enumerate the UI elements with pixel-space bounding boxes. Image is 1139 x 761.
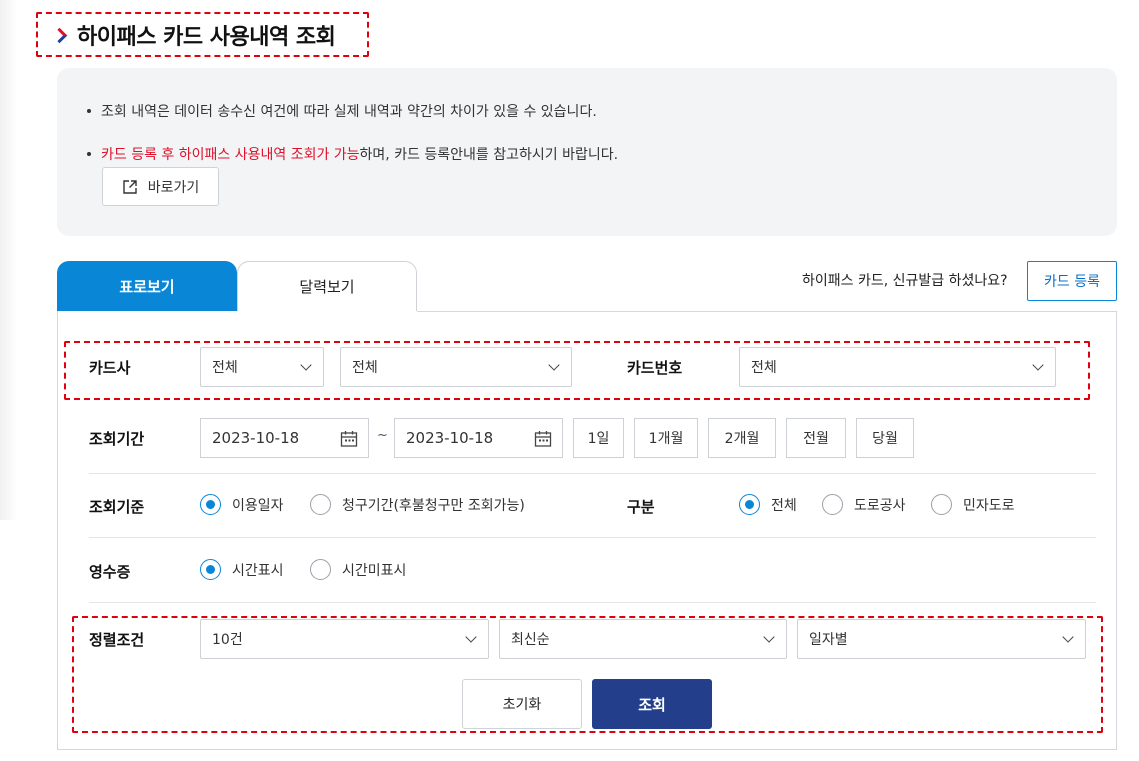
notice-item-2: 카드 등록 후 하이패스 사용내역 조회가 가능 하며, 카드 등록안내를 참고… [87, 144, 618, 164]
row-divider [89, 473, 1096, 474]
sort-count-select[interactable]: 10건 [200, 619, 489, 659]
period-1month-button[interactable]: 1개월 [634, 418, 698, 458]
sort-order-select[interactable]: 최신순 [499, 619, 787, 659]
basis-billing-period-radio[interactable]: 청구기간(후불청구만 조회가능) [310, 494, 525, 515]
notice-item-1: 조회 내역은 데이터 송수신 여건에 따라 실제 내역과 약간의 차이가 있을 … [87, 101, 597, 121]
notice-text-2: 하며, 카드 등록안내를 참고하시기 바랍니다. [359, 147, 619, 163]
calendar-icon[interactable] [534, 430, 552, 448]
end-date-value: 2023-10-18 [406, 429, 494, 447]
radio-unchecked-icon [822, 494, 843, 515]
basis-label: 조회기준 [89, 498, 145, 516]
basis-usage-date-radio[interactable]: 이용일자 [200, 494, 284, 515]
chevron-right-icon [51, 27, 68, 43]
start-date-value: 2023-10-18 [212, 429, 300, 447]
radio-label: 도로공사 [854, 497, 906, 514]
period-this-month-button[interactable]: 당월 [856, 418, 914, 458]
chevron-down-icon [465, 631, 477, 643]
page-title: 하이패스 카드 사용내역 조회 [77, 24, 336, 50]
period-prev-month-button[interactable]: 전월 [786, 418, 846, 458]
chevron-down-icon [548, 359, 560, 371]
category-label: 구분 [627, 498, 655, 516]
period-tilde: ~ [377, 428, 388, 443]
page-title-box: 하이패스 카드 사용내역 조회 [36, 12, 369, 57]
row-divider [89, 602, 1096, 603]
chevron-down-icon [1032, 359, 1044, 371]
radio-checked-icon [200, 494, 221, 515]
period-2month-button[interactable]: 2개월 [708, 418, 776, 458]
reset-button[interactable]: 초기화 [462, 679, 582, 729]
tab-table-view[interactable]: 표로보기 [57, 261, 237, 311]
card-register-button[interactable]: 카드 등록 [1027, 261, 1117, 301]
chevron-down-icon [300, 359, 312, 371]
shortcut-label: 바로가기 [147, 179, 200, 196]
sort-group-value: 일자별 [809, 632, 848, 648]
sort-count-value: 10건 [212, 632, 243, 648]
tab-calendar-view[interactable]: 달력보기 [237, 261, 417, 311]
calendar-icon[interactable] [340, 430, 358, 448]
receipt-show-time-radio[interactable]: 시간표시 [200, 559, 284, 580]
sort-label: 정렬조건 [89, 631, 145, 649]
radio-unchecked-icon [310, 494, 331, 515]
left-edge-shade [0, 0, 18, 520]
card-company-value: 전체 [212, 360, 238, 376]
card-company-label: 카드사 [89, 359, 131, 377]
period-1day-button[interactable]: 1일 [573, 418, 624, 458]
chevron-down-icon [1062, 631, 1074, 643]
external-link-icon [123, 179, 137, 194]
sort-group-select[interactable]: 일자별 [797, 619, 1086, 659]
start-date-input[interactable]: 2023-10-18 [200, 418, 369, 458]
period-label: 조회기간 [89, 430, 145, 448]
end-date-input[interactable]: 2023-10-18 [394, 418, 563, 458]
panel-top-border [417, 311, 1117, 312]
shortcut-button[interactable]: 바로가기 [102, 167, 219, 206]
radio-unchecked-icon [931, 494, 952, 515]
radio-label: 청구기간(후불청구만 조회가능) [342, 497, 525, 514]
radio-label: 시간미표시 [342, 562, 407, 579]
radio-checked-icon [200, 559, 221, 580]
card-type-select[interactable]: 전체 [340, 347, 572, 387]
bullet-icon [87, 152, 91, 156]
receipt-hide-time-radio[interactable]: 시간미표시 [310, 559, 406, 580]
card-number-select[interactable]: 전체 [739, 347, 1056, 387]
sort-order-value: 최신순 [511, 632, 550, 648]
category-korea-expressway-radio[interactable]: 도로공사 [822, 494, 906, 515]
bullet-icon [87, 109, 91, 113]
card-number-label: 카드번호 [627, 359, 683, 377]
radio-checked-icon [739, 494, 760, 515]
receipt-label: 영수증 [89, 563, 131, 581]
radio-label: 전체 [771, 497, 797, 514]
radio-unchecked-icon [310, 559, 331, 580]
card-type-value: 전체 [352, 360, 378, 376]
row-divider [89, 537, 1096, 538]
radio-label: 이용일자 [232, 497, 284, 514]
register-question: 하이패스 카드, 신규발급 하셨나요? [802, 273, 1008, 289]
card-company-select[interactable]: 전체 [200, 347, 324, 387]
notice-text-1: 조회 내역은 데이터 송수신 여건에 따라 실제 내역과 약간의 차이가 있을 … [101, 104, 597, 120]
card-number-value: 전체 [751, 360, 777, 376]
chevron-down-icon [763, 631, 775, 643]
radio-label: 시간표시 [232, 562, 284, 579]
search-button[interactable]: 조회 [592, 679, 712, 729]
category-private-road-radio[interactable]: 민자도로 [931, 494, 1015, 515]
notice-box: 조회 내역은 데이터 송수신 여건에 따라 실제 내역과 약간의 차이가 있을 … [57, 68, 1117, 236]
category-all-radio[interactable]: 전체 [739, 494, 797, 515]
notice-highlight: 카드 등록 후 하이패스 사용내역 조회가 가능 [101, 147, 360, 163]
radio-label: 민자도로 [963, 497, 1015, 514]
